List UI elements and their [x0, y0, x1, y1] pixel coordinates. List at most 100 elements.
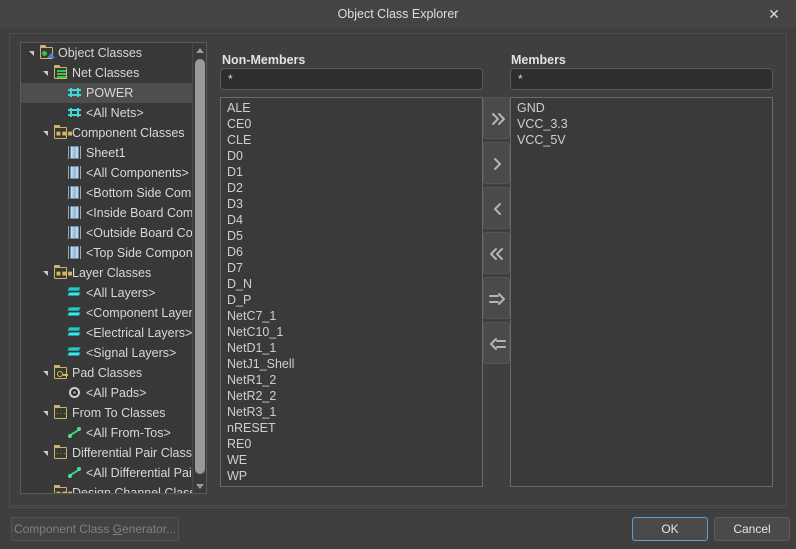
tree-item[interactable]: ■■■ Layer Classes — [21, 263, 193, 283]
tree-item[interactable]: <Bottom Side Components> — [21, 183, 193, 203]
tree-item[interactable]: Net Classes — [21, 63, 193, 83]
tree-item[interactable]: <All Layers> — [21, 283, 193, 303]
list-item[interactable]: NetC10_1 — [221, 324, 482, 340]
tree-item[interactable]: <Outside Board Components> — [21, 223, 193, 243]
expand-collapse-icon[interactable] — [41, 443, 53, 463]
tree-item-label: Object Classes — [58, 46, 143, 60]
tree-item[interactable]: <All From-Tos> — [21, 423, 193, 443]
list-item[interactable]: WP — [221, 468, 482, 484]
pad-classes-folder-icon — [53, 363, 69, 383]
component-class-generator-button: Component Class Generator... — [11, 517, 179, 541]
list-item[interactable]: VCC_3.3 — [511, 116, 772, 132]
add-all-button[interactable] — [483, 97, 510, 139]
tree-item[interactable]: POWER — [21, 83, 193, 103]
list-item[interactable]: D7 — [221, 260, 482, 276]
tree-item[interactable]: <Component Layers> — [21, 303, 193, 323]
tree-item-label: From To Classes — [72, 406, 166, 420]
tree-item[interactable]: Object Classes — [21, 43, 193, 63]
tree-item[interactable]: ··· From To Classes — [21, 403, 193, 423]
list-item[interactable]: NetR3_1 — [221, 404, 482, 420]
list-item[interactable]: NetC7_1 — [221, 308, 482, 324]
list-item[interactable]: GND — [511, 100, 772, 116]
list-item[interactable]: CE0 — [221, 116, 482, 132]
tree-item[interactable]: <All Pads> — [21, 383, 193, 403]
pad-class-icon — [67, 383, 83, 403]
list-item[interactable]: D5 — [221, 228, 482, 244]
members-filter-input[interactable] — [510, 68, 773, 90]
scroll-up-arrow-icon[interactable] — [193, 43, 206, 57]
list-item[interactable]: D4 — [221, 212, 482, 228]
tree-item-label: Differential Pair Classes — [72, 446, 193, 460]
component-classes-folder-icon: ■■■ — [54, 125, 74, 139]
non-members-filter-input[interactable] — [220, 68, 483, 90]
tree-item[interactable]: Sheet1 — [21, 143, 193, 163]
list-item[interactable]: CLE — [221, 132, 482, 148]
expand-collapse-icon[interactable] — [41, 263, 53, 283]
non-members-list[interactable]: ALE CE0 CLE D0 D1 D2 D3 D4 D5 D6 D7 D_N D_P NetC7_1 Ne… — [220, 97, 483, 487]
remove-all-button[interactable] — [483, 232, 510, 274]
generator-label-post: enerator... — [122, 522, 177, 536]
list-item[interactable]: D0 — [221, 148, 482, 164]
expand-collapse-icon[interactable] — [41, 63, 53, 83]
list-item[interactable]: NetR2_2 — [221, 388, 482, 404]
list-item[interactable]: NetJ1_Shell — [221, 356, 482, 372]
tree-item[interactable]: <Electrical Layers> — [21, 323, 193, 343]
expand-collapse-icon[interactable] — [41, 403, 53, 423]
component-class-icon — [67, 223, 83, 243]
move-list-right-button[interactable] — [483, 277, 510, 319]
tree-item[interactable]: <Inside Board Components> — [21, 203, 193, 223]
object-classes-tree-panel: Object Classes Net Classes POWER <All Nets>… — [20, 42, 207, 494]
add-selected-button[interactable] — [483, 142, 510, 184]
members-list[interactable]: GND VCC_3.3 VCC_5V — [510, 97, 773, 487]
list-item[interactable]: D6 — [221, 244, 482, 260]
list-item[interactable]: WE — [221, 452, 482, 468]
list-item[interactable]: D1 — [221, 164, 482, 180]
tree-scrollbar[interactable] — [192, 43, 206, 493]
close-icon[interactable]: ✕ — [758, 2, 790, 26]
tree-item[interactable]: <All Differential Pairs> — [21, 463, 193, 483]
list-item[interactable]: nRESET — [221, 420, 482, 436]
tree-scrollbar-thumb[interactable] — [195, 59, 205, 474]
list-item[interactable]: D3 — [221, 196, 482, 212]
tree-item[interactable]: ··· Differential Pair Classes — [21, 443, 193, 463]
tree-item[interactable]: Pad Classes — [21, 363, 193, 383]
list-item[interactable]: RE0 — [221, 436, 482, 452]
layer-class-icon — [67, 303, 83, 323]
tree-item-label: <Bottom Side Components> — [86, 186, 193, 200]
expand-collapse-icon[interactable] — [41, 123, 53, 143]
list-item[interactable]: ALE — [221, 100, 482, 116]
diff-pair-classes-folder-icon: ··· — [54, 445, 67, 459]
list-item[interactable]: D_N — [221, 276, 482, 292]
non-members-label: Non-Members — [222, 53, 306, 67]
tree-item-label: <Component Layers> — [86, 306, 193, 320]
layer-class-icon — [67, 343, 83, 363]
tree-item-label: <All Layers> — [86, 286, 156, 300]
tree-item[interactable]: <All Nets> — [21, 103, 193, 123]
list-item[interactable]: D_P — [221, 292, 482, 308]
list-item[interactable]: D2 — [221, 180, 482, 196]
move-list-left-button[interactable] — [483, 322, 510, 364]
tree-item[interactable]: <Top Side Components> — [21, 243, 193, 263]
tree-item[interactable]: <All Components> — [21, 163, 193, 183]
tree-item[interactable]: ■■■Design Channel Classes — [21, 483, 193, 493]
object-classes-tree[interactable]: Object Classes Net Classes POWER <All Nets>… — [21, 43, 193, 493]
expand-collapse-icon[interactable] — [27, 43, 39, 63]
scroll-down-arrow-icon[interactable] — [193, 479, 206, 493]
generator-label-accel: G — [112, 522, 122, 536]
list-item[interactable]: NetR1_2 — [221, 372, 482, 388]
component-class-icon — [67, 183, 83, 203]
tree-item-label: Sheet1 — [86, 146, 126, 160]
cancel-button[interactable]: Cancel — [714, 517, 790, 541]
list-item[interactable]: NetD1_1 — [221, 340, 482, 356]
tree-item-label: <Top Side Components> — [86, 246, 193, 260]
expand-collapse-icon[interactable] — [41, 363, 53, 383]
tree-item[interactable]: <Signal Layers> — [21, 343, 193, 363]
list-item[interactable]: VCC_5V — [511, 132, 772, 148]
tree-item[interactable]: ■■■ Component Classes — [21, 123, 193, 143]
remove-selected-button[interactable] — [483, 187, 510, 229]
ok-button[interactable]: OK — [632, 517, 708, 541]
